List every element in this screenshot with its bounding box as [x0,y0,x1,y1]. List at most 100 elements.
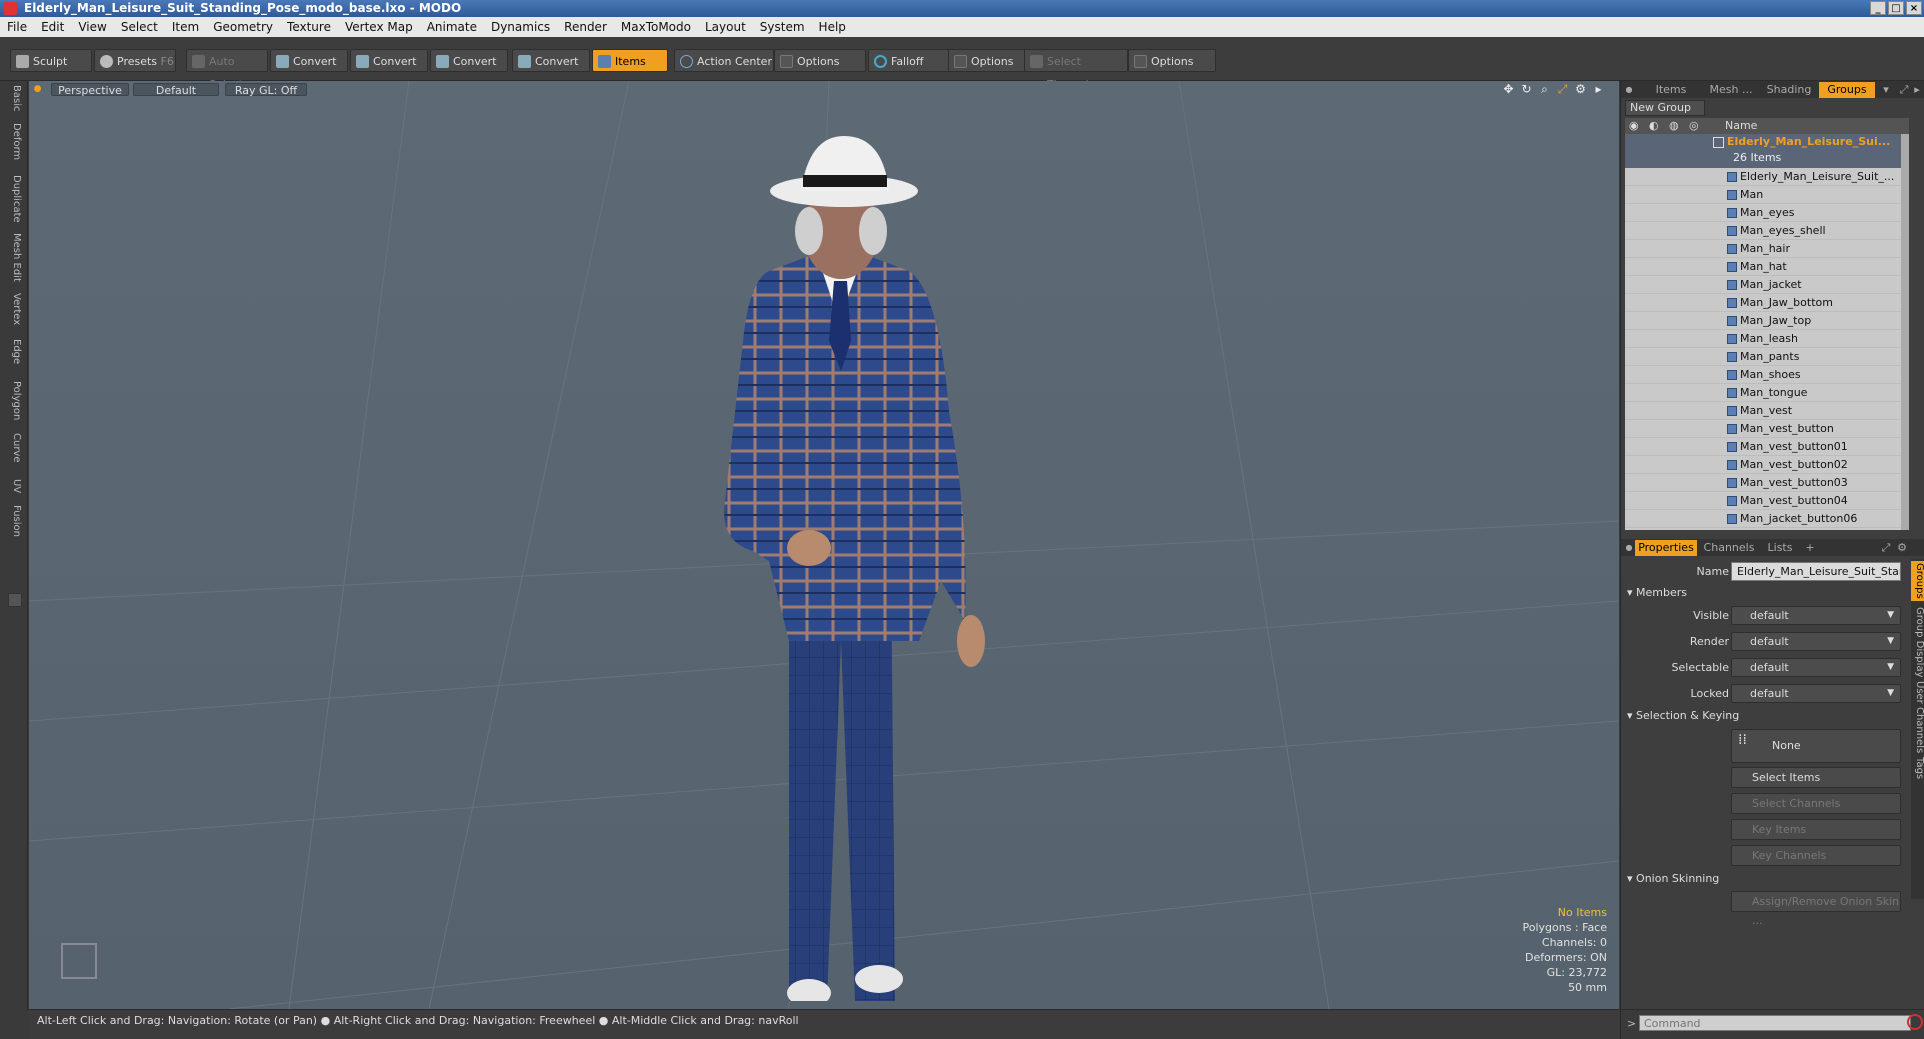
menu-item[interactable]: Item [165,17,206,37]
tab-edge[interactable]: Edge [6,339,22,364]
menu-geometry[interactable]: Geometry [206,17,280,37]
group-name-field[interactable]: Elderly_Man_Leisure_Suit_Stand [1731,562,1901,581]
group-member-row[interactable]: Man_vest_button04 [1625,492,1909,510]
group-member-row[interactable]: Man_pants [1625,348,1909,366]
zoom-view-icon[interactable]: ⌕ [1538,83,1551,96]
tab-vertex[interactable]: Vertex [6,293,22,325]
maximize-button[interactable]: □ [1888,1,1904,15]
group-member-row[interactable]: Man_leash [1625,330,1909,348]
fit-view-icon[interactable]: ⤢ [1556,83,1569,96]
tab-basic[interactable]: Basic [6,85,22,111]
menu-edit[interactable]: Edit [34,17,71,37]
menu-file[interactable]: File [0,17,34,37]
vtab-tags[interactable]: Tags [1911,757,1924,779]
group-member-row[interactable]: Man_hat [1625,258,1909,276]
viewport-menu-icon[interactable]: ● [31,83,44,96]
menu-view[interactable]: View [71,17,113,37]
group-member-row[interactable]: Man_vest_button02 [1625,456,1909,474]
viewport-settings-icon[interactable]: ⚙ [1574,83,1587,96]
tab-fusion[interactable]: Fusion [6,505,22,537]
tab-shading[interactable]: Shading [1761,82,1817,98]
falloff-options-button[interactable]: Options [948,49,1028,72]
tab-mesh-edit[interactable]: Mesh Edit [6,233,22,282]
tab-items[interactable]: Items [1641,82,1701,98]
key-channels-button[interactable]: Key Channels [1731,845,1901,866]
expand-toggle[interactable] [8,593,22,607]
tab-mesh[interactable]: Mesh ... [1703,82,1759,98]
panel-expand-icon[interactable]: ⤢ [1897,82,1911,98]
action-center-button[interactable]: Action Center [674,49,774,72]
sculpt-button[interactable]: Sculpt [10,49,92,72]
menu-maxtomodo[interactable]: MaxToModo [614,17,698,37]
group-member-row[interactable]: Man_Jaw_bottom [1625,294,1909,312]
convert-polygons-button[interactable]: Convert [430,49,508,72]
tab-dropdown-icon[interactable]: ▾ [1879,82,1893,98]
visible-select[interactable]: default ▼ [1731,606,1901,625]
panel-more-icon[interactable]: ▸ [1911,82,1923,98]
presets-button[interactable]: Presets F6 [94,49,176,72]
props-menu-icon[interactable]: ● [1625,540,1633,556]
group-member-row[interactable]: Elderly_Man_Leisure_Suit_... [1625,168,1909,186]
props-expand-icon[interactable]: ⤢ [1879,540,1893,556]
render-select[interactable]: default ▼ [1731,632,1901,651]
menu-dynamics[interactable]: Dynamics [484,17,557,37]
convert-vertices-button[interactable]: Convert [270,49,348,72]
tab-groups[interactable]: Groups [1819,82,1875,98]
record-icon[interactable] [1907,1014,1923,1030]
group-member-row[interactable]: Man_Jaw_top [1625,312,1909,330]
props-settings-icon[interactable]: ⚙ [1895,540,1909,556]
elderly-man-model[interactable] [669,81,1009,1001]
menu-layout[interactable]: Layout [698,17,753,37]
new-group-button[interactable]: New Group [1625,100,1705,116]
tab-properties[interactable]: Properties [1635,540,1697,556]
tab-deform[interactable]: Deform [6,123,22,160]
assign-onion-skin-button[interactable]: Assign/Remove Onion Skin ... [1731,891,1901,927]
tab-curve[interactable]: Curve [6,433,22,463]
selection-keying-section[interactable]: ▾ Selection & Keying [1627,709,1739,722]
select-through-button[interactable]: Select Through [1024,49,1128,91]
tab-lists[interactable]: Lists [1759,540,1801,556]
items-mode-button[interactable]: Items [592,49,668,72]
group-member-row[interactable]: Man_tongue [1625,384,1909,402]
move-view-icon[interactable]: ✥ [1502,83,1515,96]
menu-animate[interactable]: Animate [420,17,484,37]
auto-select-button[interactable]: Auto Select [186,49,268,91]
select-through-options-button[interactable]: Options [1128,49,1216,72]
tab-channels[interactable]: Channels [1701,540,1757,556]
vtab-user-channels[interactable]: User Channels [1911,681,1924,753]
3d-viewport[interactable]: ● Perspective Default Ray GL: Off ✥ ↻ ⌕ … [29,81,1619,1009]
menu-render[interactable]: Render [557,17,614,37]
group-member-row[interactable]: Man_jacket [1625,276,1909,294]
tab-duplicate[interactable]: Duplicate [6,175,22,223]
shading-mode-button[interactable]: Default [133,83,219,97]
group-member-row[interactable]: Man_eyes [1625,204,1909,222]
vtab-group-display[interactable]: Group Display [1911,607,1924,677]
menu-vertex-map[interactable]: Vertex Map [338,17,420,37]
group-member-row[interactable]: Man_vest_button03 [1625,474,1909,492]
minimize-button[interactable]: _ [1870,1,1886,15]
menu-system[interactable]: System [753,17,812,37]
key-items-button[interactable]: Key Items [1731,819,1901,840]
view-type-button[interactable]: Perspective [51,83,129,97]
group-member-row[interactable]: Man_hair [1625,240,1909,258]
convert-materials-button[interactable]: Convert [512,49,590,72]
command-input[interactable] [1639,1015,1911,1031]
group-member-row[interactable]: Man_eyes_shell [1625,222,1909,240]
group-member-row[interactable]: Man [1625,186,1909,204]
add-tab-icon[interactable]: + [1803,540,1817,556]
locked-select[interactable]: default ▼ [1731,684,1901,703]
group-member-row[interactable]: Man_jacket_button06 [1625,510,1909,528]
group-row[interactable]: Elderly_Man_Leisure_Sui... 26 Items [1625,134,1909,168]
tab-uv[interactable]: UV [6,479,22,493]
group-member-row[interactable]: Man_shoes [1625,366,1909,384]
group-member-row[interactable]: Man_vest_button01 [1625,438,1909,456]
close-button[interactable]: × [1906,1,1922,15]
group-member-row[interactable]: Man_vest [1625,402,1909,420]
tree-scrollbar[interactable] [1901,134,1909,530]
vtab-groups[interactable]: Groups [1911,561,1924,601]
select-items-button[interactable]: Select Items [1731,767,1901,788]
menu-texture[interactable]: Texture [280,17,338,37]
raygl-button[interactable]: Ray GL: Off [225,83,307,97]
none-button[interactable]: ⁞⁞ None [1731,729,1901,763]
viewport-expand-icon[interactable]: ▸ [1592,83,1605,96]
